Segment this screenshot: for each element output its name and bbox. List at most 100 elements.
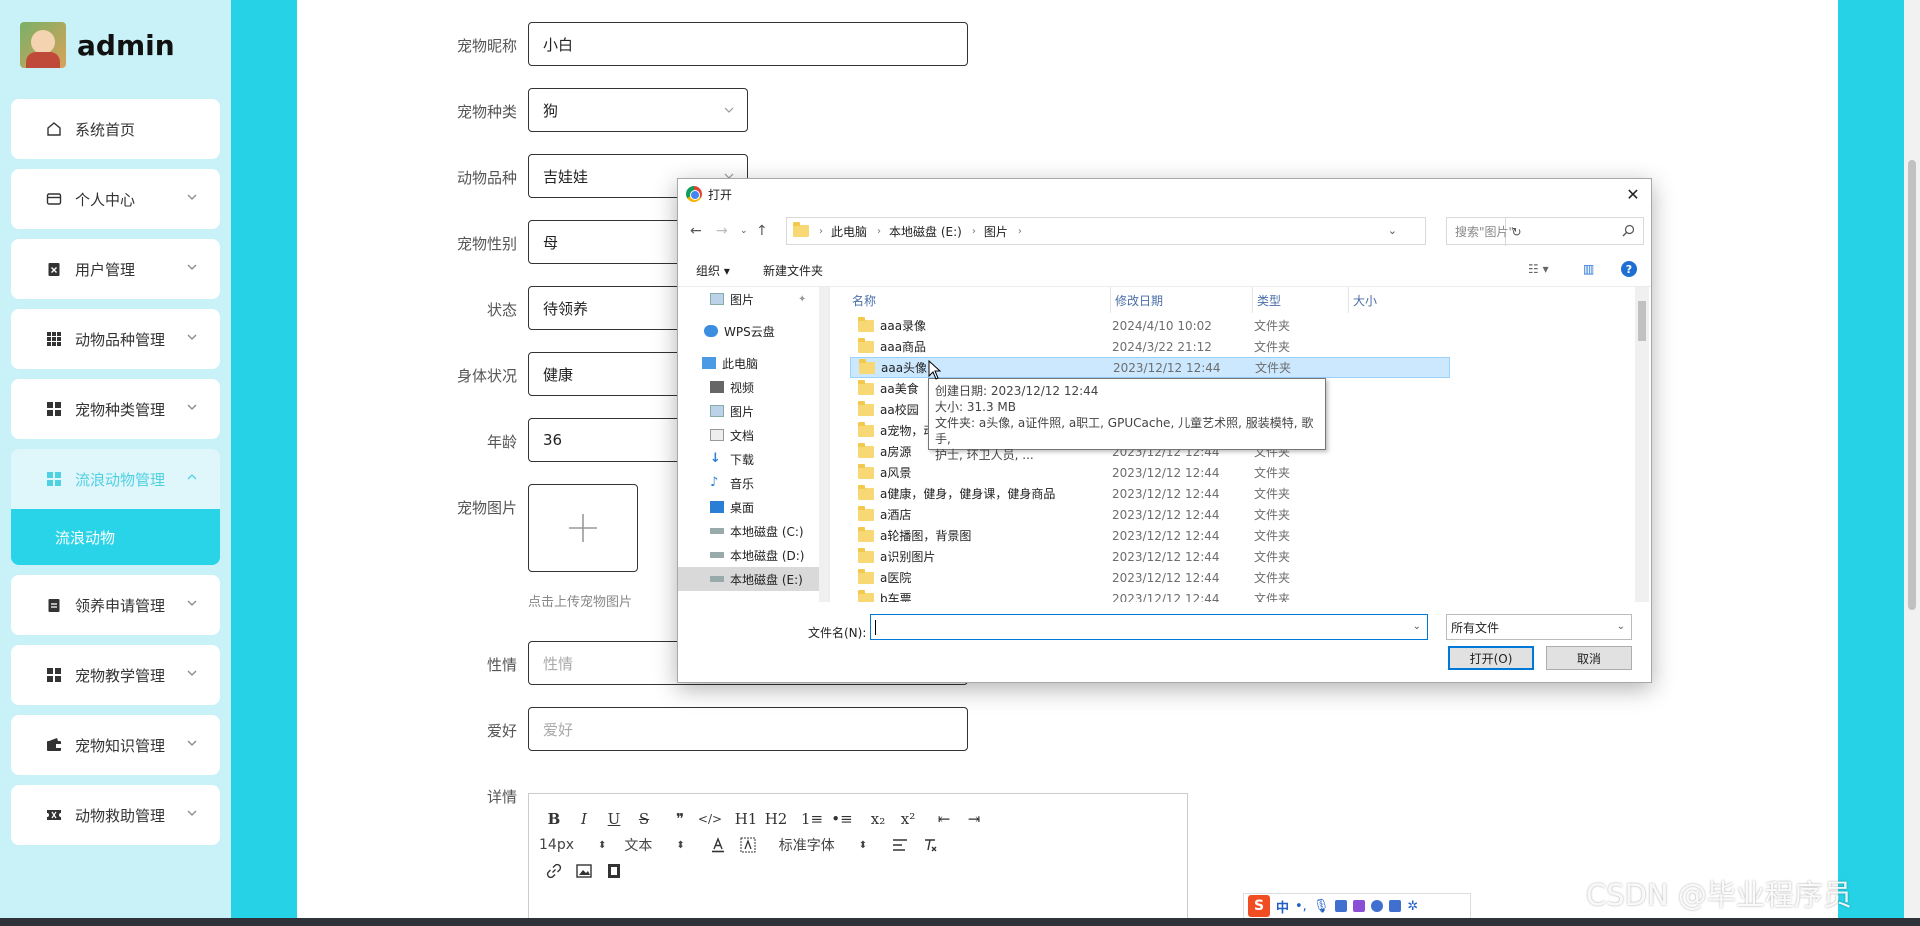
bullet-list-button[interactable]: •≡ (827, 807, 857, 831)
menu-item-rescue[interactable]: 动物救助管理 (11, 785, 220, 845)
tree-item-music[interactable]: ♪ 音乐 (678, 471, 829, 495)
text-type-select[interactable]: 文本 ⬍ (624, 835, 684, 855)
list-scrollbar[interactable] (1635, 287, 1649, 602)
superscript-button[interactable]: x² (893, 807, 923, 831)
menu-item-strays[interactable]: 流浪动物管理 (11, 449, 220, 509)
bold-button[interactable]: B (539, 807, 569, 831)
forward-arrow-icon[interactable]: → (716, 223, 728, 239)
background-color-icon[interactable] (733, 833, 763, 857)
tree-item-pictures-pinned[interactable]: 图片 ✦ (678, 287, 829, 311)
up-arrow-icon[interactable]: ↑ (756, 223, 768, 239)
code-button[interactable]: </> (695, 807, 725, 831)
column-size[interactable]: 大小 (1348, 287, 1377, 313)
file-row[interactable]: aaa商品 2024/3/22 21:12 文件夹 (850, 336, 1450, 357)
outdent-button[interactable]: ⇤ (929, 807, 959, 831)
file-row[interactable]: b车票 2023/12/12 12:44 文件夹 (850, 588, 1450, 602)
font-size-select[interactable]: 14px ⬍ (539, 837, 606, 853)
organize-menu[interactable]: 组织 ▾ (696, 262, 730, 279)
breadcrumb-item[interactable]: 本地磁盘 (E:) (889, 223, 962, 240)
keyboard-icon[interactable] (1335, 900, 1348, 912)
h2-button[interactable]: H2 (761, 807, 791, 831)
tree-item-this-pc[interactable]: 此电脑 (678, 351, 829, 375)
help-icon[interactable]: ? (1621, 261, 1637, 277)
breadcrumb-item[interactable]: 此电脑 (831, 223, 867, 240)
preview-pane-icon[interactable]: ▥ (1583, 262, 1594, 276)
image-upload-button[interactable] (528, 484, 638, 572)
link-icon[interactable] (539, 859, 569, 883)
ime-language[interactable]: 中 (1276, 897, 1289, 916)
ime-toolbar[interactable]: S 中 •, 🎙 ✲ (1243, 893, 1471, 919)
font-family-select[interactable]: 标准字体 ⬍ (779, 835, 867, 855)
dialog-titlebar[interactable]: 打开 ✕ (678, 179, 1651, 209)
image-icon[interactable] (569, 859, 599, 883)
list-scroll-thumb[interactable] (1638, 301, 1646, 341)
filetype-select[interactable]: 所有文件 ⌄ (1446, 614, 1632, 640)
nickname-field[interactable]: 小白 (528, 22, 968, 66)
tree-item-pictures[interactable]: 图片 (678, 399, 829, 423)
tree-item-downloads[interactable]: ↓ 下载 (678, 447, 829, 471)
menu-item-home[interactable]: 系统首页 (11, 99, 220, 159)
tree-item-drive-e[interactable]: 本地磁盘 (E:) (678, 567, 829, 591)
tree-item-drive-c[interactable]: 本地磁盘 (C:) (678, 519, 829, 543)
hobby-field[interactable]: 爱好 (528, 707, 968, 751)
recent-chevron-icon[interactable]: ⌄ (740, 226, 748, 236)
tree-item-wps[interactable]: WPS云盘 (678, 319, 829, 343)
column-name[interactable]: 名称 (852, 287, 876, 313)
ordered-list-button[interactable]: 1≡ (797, 807, 827, 831)
file-row[interactable]: a医院 2023/12/12 12:44 文件夹 (850, 567, 1450, 588)
column-date[interactable]: 修改日期 (1110, 287, 1163, 313)
tree-scrollbar[interactable] (819, 287, 829, 602)
menu-item-adoptions[interactable]: 领养申请管理 (11, 575, 220, 635)
tree-item-drive-d[interactable]: 本地磁盘 (D:) (678, 543, 829, 567)
file-row[interactable]: a识别图片 2023/12/12 12:44 文件夹 (850, 546, 1450, 567)
clear-format-icon[interactable] (915, 833, 945, 857)
chevron-down-icon[interactable]: ⌄ (1413, 621, 1421, 632)
chevron-down-icon[interactable]: ⌄ (1388, 224, 1397, 237)
menu-item-kinds[interactable]: 宠物种类管理 (11, 379, 220, 439)
font-color-icon[interactable] (703, 833, 733, 857)
indent-button[interactable]: ⇥ (959, 807, 989, 831)
file-row[interactable]: a健康，健身，健身课，健身商品 2023/12/12 12:44 文件夹 (850, 483, 1450, 504)
cancel-button[interactable]: 取消 (1546, 646, 1632, 670)
menu-item-users[interactable]: 用户管理 (11, 239, 220, 299)
avatar[interactable] (20, 22, 66, 68)
filename-input[interactable]: ⌄ (870, 614, 1428, 640)
microphone-icon[interactable]: 🎙 (1313, 899, 1330, 914)
menu-item-breeds[interactable]: 动物品种管理 (11, 309, 220, 369)
align-icon[interactable] (885, 833, 915, 857)
close-icon[interactable]: ✕ (1623, 184, 1643, 204)
tree-item-videos[interactable]: 视频 (678, 375, 829, 399)
menu-item-knowledge[interactable]: 宠物知识管理 (11, 715, 220, 775)
h1-button[interactable]: H1 (731, 807, 761, 831)
video-icon[interactable] (599, 859, 629, 883)
robot-icon[interactable] (1371, 900, 1384, 912)
page-scrollbar[interactable] (1904, 0, 1920, 926)
italic-button[interactable]: I (569, 807, 599, 831)
file-row[interactable]: aaa录像 2024/4/10 10:02 文件夹 (850, 315, 1450, 336)
apps-icon[interactable] (1389, 900, 1402, 912)
punctuation-icon[interactable]: •, (1295, 899, 1307, 914)
submenu-item-strays[interactable]: 流浪动物 (11, 509, 220, 565)
back-arrow-icon[interactable]: ← (690, 223, 702, 239)
kind-select[interactable]: 狗 (528, 88, 748, 132)
menu-item-profile[interactable]: 个人中心 (11, 169, 220, 229)
underline-button[interactable]: U (599, 807, 629, 831)
subscript-button[interactable]: x₂ (863, 807, 893, 831)
breadcrumb-item[interactable]: 图片 (984, 223, 1008, 240)
rich-text-editor[interactable]: B I U S ❞ </> H1 H2 1≡ •≡ x₂ x² ⇤ ⇥ 14px… (528, 793, 1188, 926)
file-row[interactable]: a风景 2023/12/12 12:44 文件夹 (850, 462, 1450, 483)
column-type[interactable]: 类型 (1252, 287, 1281, 313)
settings-gear-icon[interactable]: ✲ (1407, 899, 1418, 914)
tree-item-desktop[interactable]: 桌面 (678, 495, 829, 519)
search-input[interactable]: 搜索"图片" (1446, 217, 1644, 245)
file-row[interactable]: a轮播图，背景图 2023/12/12 12:44 文件夹 (850, 525, 1450, 546)
open-button[interactable]: 打开(O) (1448, 646, 1534, 670)
strike-button[interactable]: S (629, 807, 659, 831)
address-bar[interactable]: › 此电脑 › 本地磁盘 (E:) › 图片 › ⌄ ↻ (786, 217, 1522, 246)
menu-item-teaching[interactable]: 宠物教学管理 (11, 645, 220, 705)
tree-item-documents[interactable]: 文档 (678, 423, 829, 447)
scroll-thumb[interactable] (1908, 160, 1916, 610)
view-options-icon[interactable]: ☷ ▾ (1528, 262, 1549, 276)
skin-icon[interactable] (1353, 900, 1366, 912)
quote-button[interactable]: ❞ (665, 807, 695, 831)
